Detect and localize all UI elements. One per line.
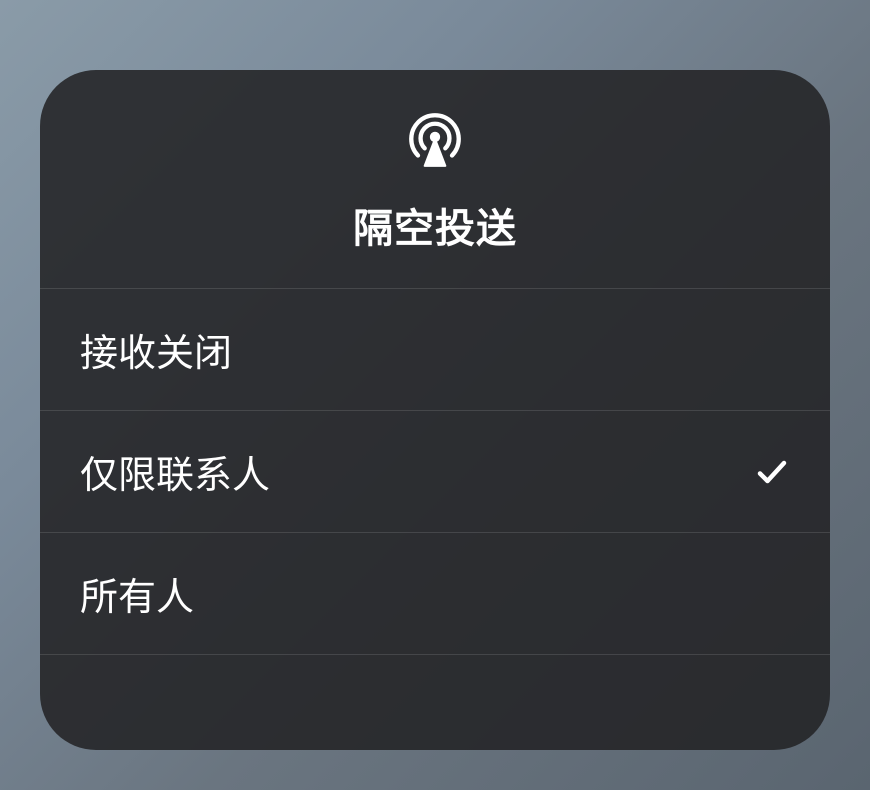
- options-list: 接收关闭 仅限联系人 所有人: [40, 289, 830, 750]
- option-everyone[interactable]: 所有人: [40, 533, 830, 655]
- option-receiving-off[interactable]: 接收关闭: [40, 289, 830, 411]
- panel-title: 隔空投送: [353, 196, 517, 254]
- airdrop-settings-panel: 隔空投送 接收关闭 仅限联系人 所有人: [40, 70, 830, 750]
- panel-header: 隔空投送: [40, 70, 830, 289]
- option-label: 所有人: [80, 566, 194, 621]
- airdrop-icon: [402, 106, 468, 172]
- option-label: 仅限联系人: [80, 444, 270, 499]
- option-contacts-only[interactable]: 仅限联系人: [40, 411, 830, 533]
- checkmark-icon: [754, 454, 790, 490]
- option-label: 接收关闭: [80, 322, 232, 377]
